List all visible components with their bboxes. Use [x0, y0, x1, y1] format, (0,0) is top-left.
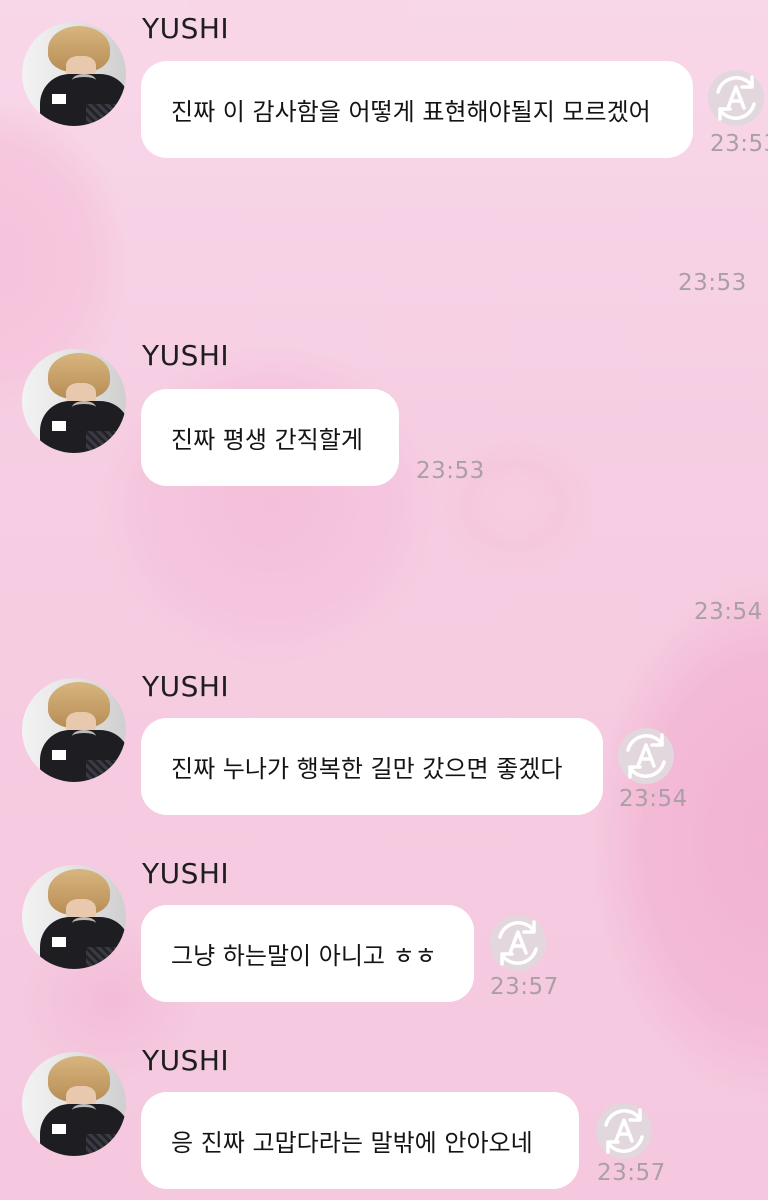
message-bubble[interactable]: 진짜 누나가 행복한 길만 갔으면 좋겠다 — [141, 718, 603, 815]
sender-name: YUSHI — [142, 670, 230, 703]
message-time: 23:57 — [597, 1160, 666, 1186]
message-time: 23:54 — [619, 786, 688, 812]
message-bubble[interactable]: 그냥 하는말이 아니고 ㅎㅎ — [141, 905, 474, 1002]
message-bubble[interactable]: 응 진짜 고맙다라는 말밖에 안아오네 — [141, 1092, 579, 1189]
message-time: 23:53 — [416, 458, 485, 484]
chat-background — [0, 0, 768, 1200]
avatar[interactable] — [22, 678, 126, 782]
sender-name: YUSHI — [142, 12, 230, 45]
avatar[interactable] — [22, 22, 126, 126]
message-bubble[interactable]: 진짜 이 감사함을 어떻게 표현해야될지 모르겠어 — [141, 61, 693, 158]
message-time: 23:53 — [710, 131, 768, 157]
translate-a-icon[interactable] — [490, 915, 546, 971]
message-bubble[interactable]: 진짜 평생 간직할게 — [141, 389, 399, 486]
message-time: 23:54 — [694, 599, 763, 625]
message-time: 23:57 — [490, 974, 559, 1000]
translate-a-icon[interactable] — [708, 70, 764, 126]
avatar[interactable] — [22, 865, 126, 969]
sender-name: YUSHI — [142, 1044, 230, 1077]
message-time: 23:53 — [678, 270, 747, 296]
sender-name: YUSHI — [142, 339, 230, 372]
avatar[interactable] — [22, 349, 126, 453]
translate-a-icon[interactable] — [618, 728, 674, 784]
sender-name: YUSHI — [142, 857, 230, 890]
avatar[interactable] — [22, 1052, 126, 1156]
translate-a-icon[interactable] — [596, 1103, 652, 1159]
